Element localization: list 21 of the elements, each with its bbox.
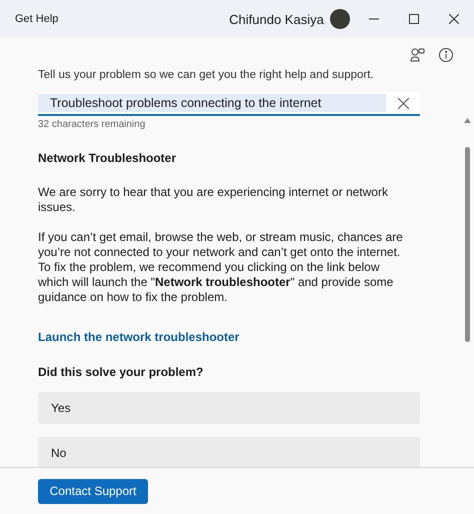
maximize-icon [409,14,419,24]
contact-support-button[interactable]: Contact Support [38,478,148,504]
feedback-option[interactable]: Yes [38,392,420,424]
character-counter: 32 characters remaining [38,119,146,130]
article-paragraph: If you can’t get email, browse the web, or stream music, chances are you’re not connected to your network and can’t get onto the internet. To fix the problem, we recommend you clicking on the link below which will launch the "Network troubleshooter" and provide some guidance on how to fix the problem. [38,230,404,305]
feedback-question: Did this solve your problem? [38,365,204,379]
feedback-option[interactable]: No [38,437,420,467]
troubleshooter-link[interactable]: Launch the network troubleshooter [38,330,240,344]
people-icon[interactable] [409,46,427,64]
window-title: Get Help [15,13,60,25]
scroll-up-icon[interactable] [464,118,470,123]
clear-icon [398,98,408,108]
scrollbar-thumb[interactable] [464,147,470,342]
problem-field[interactable]: Troubleshoot problems connecting to the internet [38,92,420,116]
user-name: Chifundo Kasiya [229,12,324,26]
intro-text: Tell us your problem so we can get you the right help and support. [38,68,375,82]
article-heading: Network Troubleshooter [38,151,178,165]
info-icon[interactable] [437,46,455,64]
close-icon [449,14,459,24]
avatar-icon[interactable] [330,9,350,29]
article-paragraph: We are sorry to hear that you are experiencing internet or network issues. [38,185,389,215]
